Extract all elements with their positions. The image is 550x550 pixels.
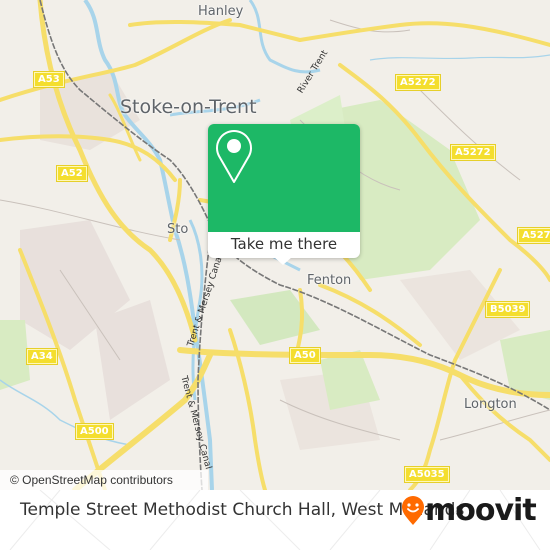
place-label-longton: Longton — [464, 397, 517, 412]
road-shield-a50: A50 — [290, 348, 320, 363]
footer-bar: Temple Street Methodist Church Hall, Wes… — [0, 490, 550, 550]
moovit-wordmark: moovit — [425, 493, 537, 528]
road-shield-a500: A500 — [76, 424, 113, 439]
road-shield-a34: A34 — [27, 349, 57, 364]
road-shield-a5272: A5272 — [451, 145, 495, 160]
take-me-there-button[interactable]: Take me there — [208, 232, 360, 258]
road-shield-a53: A53 — [34, 72, 64, 87]
map-attribution[interactable]: © OpenStreetMap contributors — [0, 470, 208, 490]
road-shield-b5039: B5039 — [486, 302, 530, 317]
map-view[interactable]: Hanley Stoke-on-Trent Sto Fenton Longton… — [0, 0, 550, 490]
location-popup[interactable]: Take me there — [208, 124, 360, 265]
place-label-fenton: Fenton — [307, 273, 352, 288]
moovit-logo[interactable]: moovit — [401, 493, 537, 528]
popup-pointer — [274, 257, 292, 265]
road-shield-a5035: A5035 — [405, 467, 449, 482]
road-shield-a5272: A5272 — [396, 75, 440, 90]
map-pin-icon — [216, 130, 252, 183]
road-shield-a52: A52 — [57, 166, 87, 181]
location-title: Temple Street Methodist Church Hall, Wes… — [20, 500, 465, 520]
place-label-stoke: Sto — [167, 222, 189, 237]
popup-header — [208, 124, 360, 232]
road-shield-a5272: A5272 — [518, 228, 550, 243]
moovit-smiley-pin-icon — [402, 496, 424, 525]
place-label-hanley: Hanley — [198, 4, 244, 19]
place-label-stoke-on-trent: Stoke-on-Trent — [120, 96, 257, 118]
